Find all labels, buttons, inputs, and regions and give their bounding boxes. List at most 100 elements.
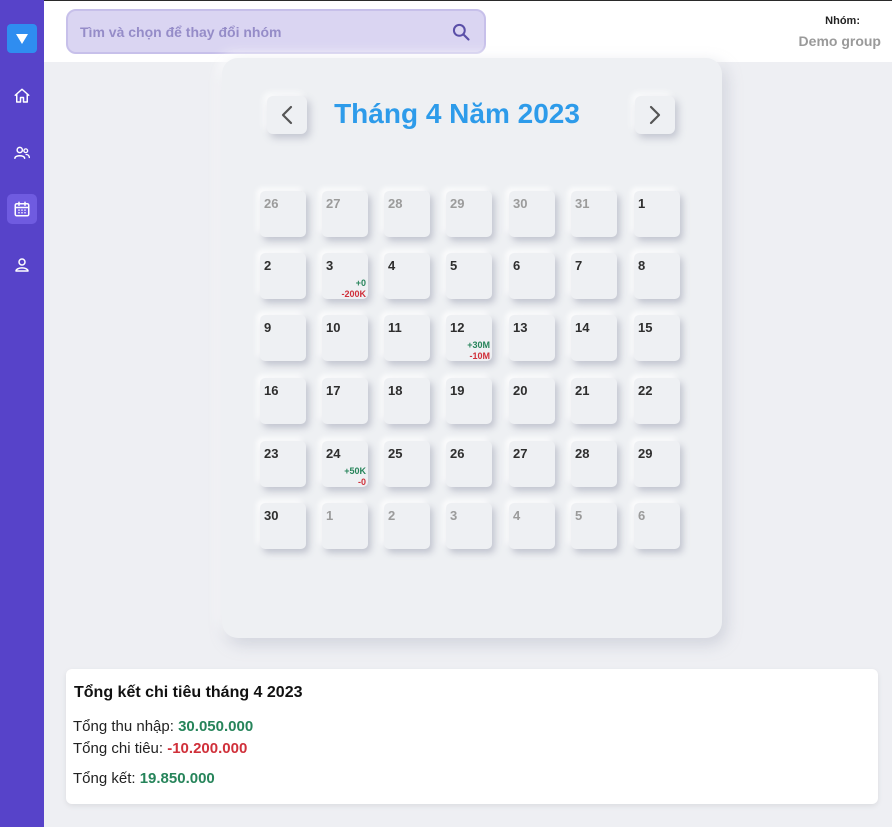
calendar-day-cell[interactable]: 19	[446, 378, 492, 424]
calendar-day-cell[interactable]: 30	[509, 191, 555, 237]
sidebar-toggle-button[interactable]	[7, 24, 37, 53]
calendar-day-cell[interactable]: 24 +50K -0	[322, 441, 368, 487]
day-number: 31	[575, 196, 590, 211]
day-expense: -0	[357, 477, 366, 487]
calendar-day-cell[interactable]: 13	[509, 315, 555, 361]
monthly-summary-panel: Tổng kết chi tiêu tháng 4 2023 Tổng thu …	[66, 669, 878, 804]
income-total-label: Tổng thu nhập:	[73, 718, 179, 735]
calendar-day-cell[interactable]: 6	[509, 253, 555, 299]
expense-total-line: Tổng chi tiêu: -10.200.000	[73, 740, 247, 757]
calendar-day-cell[interactable]: 15	[634, 315, 680, 361]
day-income: +0	[355, 278, 366, 288]
day-income: +50K	[344, 466, 366, 476]
calendar-day-cell[interactable]: 10	[322, 315, 368, 361]
calendar-day-cell[interactable]: 11	[384, 315, 430, 361]
day-number: 1	[326, 508, 334, 523]
top-bar: Nhóm: Demo group	[44, 0, 892, 62]
calendar-day-cell[interactable]: 26	[260, 191, 306, 237]
sidebar	[0, 0, 44, 827]
calendar-day-cell[interactable]: 2	[384, 503, 430, 549]
day-number: 3	[450, 508, 458, 523]
summary-title: Tổng kết chi tiêu tháng 4 2023	[74, 684, 303, 701]
calendar-day-cell[interactable]: 12 +30M -10M	[446, 315, 492, 361]
day-number: 22	[638, 383, 653, 398]
day-number: 3	[326, 258, 334, 273]
month-title: Tháng 4 Năm 2023	[334, 98, 580, 129]
day-number: 24	[326, 446, 341, 461]
income-total-value: 30.050.000	[178, 718, 254, 735]
day-number: 14	[575, 320, 590, 335]
day-expense: -200K	[341, 289, 366, 299]
calendar-day-cell[interactable]: 3	[446, 503, 492, 549]
day-number: 2	[388, 508, 396, 523]
sidebar-item-profile[interactable]	[7, 250, 37, 280]
calendar-day-cell[interactable]: 1	[634, 191, 680, 237]
users-icon	[14, 146, 31, 159]
day-number: 27	[513, 446, 528, 461]
chevron-left-icon	[281, 105, 293, 125]
day-number: 2	[264, 258, 272, 273]
income-total-line: Tổng thu nhập: 30.050.000	[73, 718, 253, 735]
calendar-day-cell[interactable]: 30	[260, 503, 306, 549]
calendar-day-cell[interactable]: 18	[384, 378, 430, 424]
search-button[interactable]	[450, 21, 472, 43]
calendar-day-cell[interactable]: 7	[571, 253, 617, 299]
sidebar-item-calendar[interactable]	[7, 194, 37, 224]
calendar-day-cell[interactable]: 2	[260, 253, 306, 299]
day-number: 13	[513, 320, 528, 335]
group-search-input[interactable]	[68, 11, 438, 52]
calendar-day-cell[interactable]: 25	[384, 441, 430, 487]
calendar-day-cell[interactable]: 17	[322, 378, 368, 424]
day-expense: -10M	[469, 351, 490, 361]
expense-total-label: Tổng chi tiêu:	[73, 740, 168, 757]
calendar-day-cell[interactable]: 29	[446, 191, 492, 237]
calendar-card: Tháng 4 Năm 2023 CNT2T3T4T5T6T7 26272829…	[222, 58, 722, 638]
calendar-day-cell[interactable]: 28	[571, 441, 617, 487]
day-number: 28	[575, 446, 590, 461]
calendar-day-cell[interactable]: 20	[509, 378, 555, 424]
day-number: 7	[575, 258, 583, 273]
day-number: 30	[513, 196, 528, 211]
calendar-day-cell[interactable]: 16	[260, 378, 306, 424]
net-total-label: Tổng kết:	[73, 770, 140, 787]
net-total-line: Tổng kết: 19.850.000	[73, 770, 215, 787]
calendar-day-cell[interactable]: 9	[260, 315, 306, 361]
calendar-day-cell[interactable]: 26	[446, 441, 492, 487]
prev-month-button[interactable]	[267, 96, 307, 134]
calendar-day-cell[interactable]: 14	[571, 315, 617, 361]
day-number: 16	[264, 383, 279, 398]
calendar-day-cell[interactable]: 31	[571, 191, 617, 237]
calendar-day-cell[interactable]: 5	[446, 253, 492, 299]
calendar-day-cell[interactable]: 5	[571, 503, 617, 549]
calendar-day-cell[interactable]: 4	[384, 253, 430, 299]
day-number: 5	[575, 508, 583, 523]
day-number: 26	[264, 196, 279, 211]
calendar-day-cell[interactable]: 27	[509, 441, 555, 487]
day-number: 4	[388, 258, 396, 273]
triangle-down-icon	[16, 33, 28, 44]
day-number: 5	[450, 258, 458, 273]
chevron-right-icon	[649, 105, 661, 125]
calendar-day-cell[interactable]: 6	[634, 503, 680, 549]
sidebar-item-groups[interactable]	[7, 138, 37, 168]
calendar-day-cell[interactable]: 29	[634, 441, 680, 487]
sidebar-item-home[interactable]	[7, 81, 37, 111]
calendar-day-cell[interactable]: 21	[571, 378, 617, 424]
day-number: 27	[326, 196, 341, 211]
calendar-day-cell[interactable]: 3 +0 -200K	[322, 253, 368, 299]
expense-total-value: -10.200.000	[167, 740, 248, 757]
calendar-day-cell[interactable]: 28	[384, 191, 430, 237]
calendar-day-cell[interactable]: 4	[509, 503, 555, 549]
calendar-day-cell[interactable]: 1	[322, 503, 368, 549]
home-icon	[14, 88, 30, 103]
calendar-day-cell[interactable]: 27	[322, 191, 368, 237]
day-number: 9	[264, 320, 272, 335]
calendar-day-cell[interactable]: 22	[634, 378, 680, 424]
day-number: 1	[638, 196, 646, 211]
day-number: 4	[513, 508, 521, 523]
next-month-button[interactable]	[635, 96, 675, 134]
user-icon	[15, 258, 29, 272]
day-number: 12	[450, 320, 465, 335]
calendar-day-cell[interactable]: 8	[634, 253, 680, 299]
calendar-day-cell[interactable]: 23	[260, 441, 306, 487]
